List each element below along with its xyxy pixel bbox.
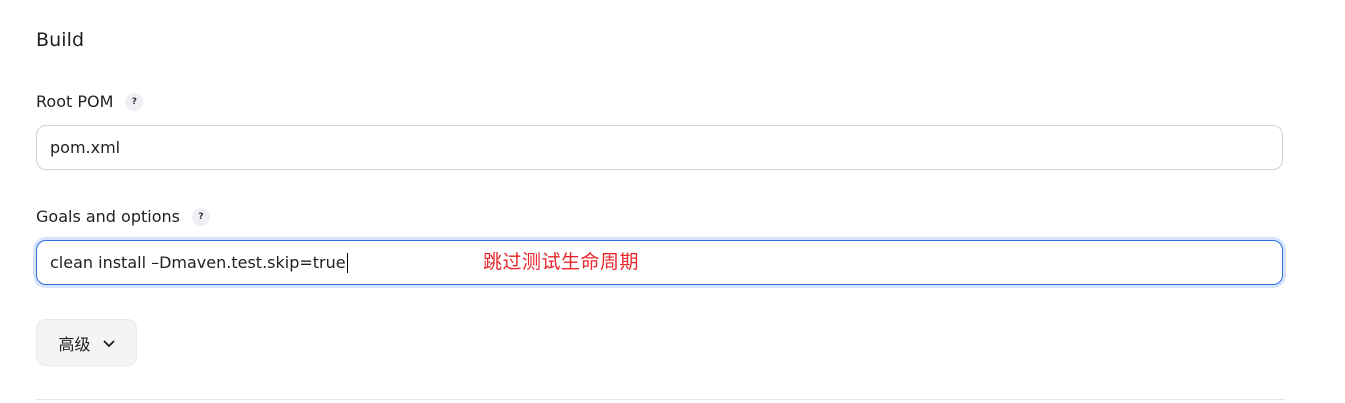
advanced-button[interactable]: 高级 — [36, 319, 137, 366]
goals-input-value: clean install –Dmaven.test.skip=true — [50, 253, 346, 272]
annotation-skip-tests: 跳过测试生命周期 — [483, 251, 640, 273]
root-pom-input[interactable]: pom.xml — [36, 125, 1283, 170]
chevron-down-icon — [103, 333, 115, 352]
root-pom-label: Root POM — [36, 91, 114, 111]
goals-label-row: Goals and options ? — [36, 206, 210, 226]
goals-and-options-input[interactable]: clean install –Dmaven.test.skip=true — [36, 240, 1283, 285]
section-title-build: Build — [36, 29, 85, 51]
section-divider — [36, 399, 1285, 400]
help-icon[interactable]: ? — [191, 208, 210, 226]
root-pom-input-value: pom.xml — [50, 138, 121, 157]
goals-and-options-label: Goals and options — [36, 206, 180, 226]
advanced-button-label: 高级 — [58, 334, 91, 354]
help-icon[interactable]: ? — [125, 93, 144, 111]
root-pom-label-row: Root POM ? — [36, 91, 144, 111]
text-caret — [346, 252, 348, 273]
